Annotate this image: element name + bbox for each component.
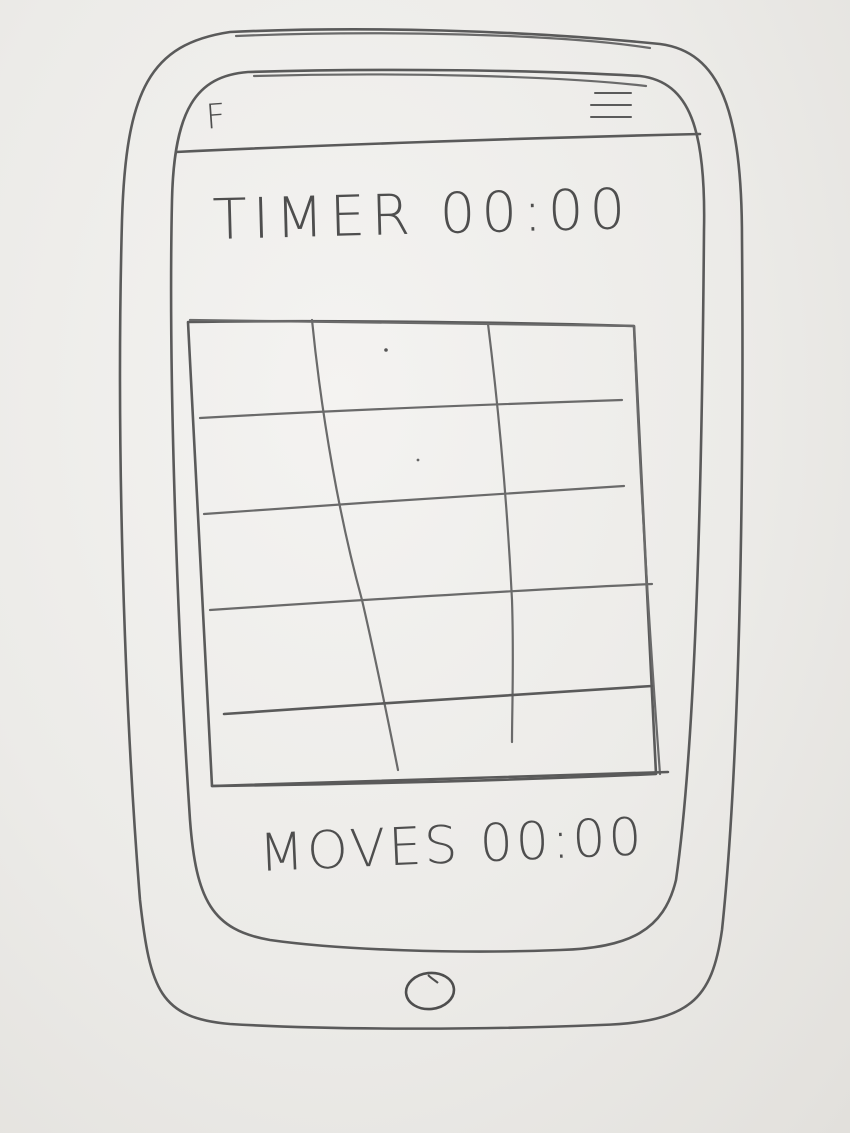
menu-line-bottom — [590, 116, 632, 118]
phone-screen-frame-stroke-2 — [252, 73, 648, 88]
home-button-shape — [404, 971, 456, 1011]
timer-display: TIMER 00:00 — [211, 177, 632, 253]
moves-display: MOVES 00:00 — [257, 807, 646, 884]
app-logo: F — [204, 96, 227, 138]
hamburger-menu-icon[interactable] — [584, 86, 640, 130]
menu-line-top — [594, 92, 632, 94]
home-button-icon[interactable] — [402, 969, 458, 1011]
game-board[interactable] — [190, 320, 660, 790]
phone-outer-frame-stroke-2 — [234, 32, 652, 50]
menu-line-middle — [590, 104, 632, 106]
header-divider — [174, 132, 702, 154]
